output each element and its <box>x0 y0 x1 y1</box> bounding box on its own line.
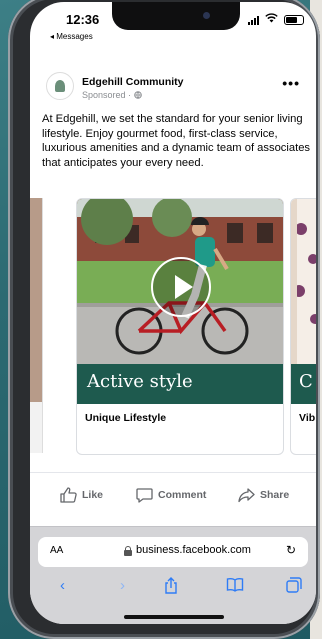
next-card-caption[interactable]: Vib <box>299 412 315 424</box>
sponsored-label: Sponsored · <box>82 90 142 100</box>
post-body-text: At Edgehill, we set the standard for you… <box>42 113 311 170</box>
status-time: 12:36 <box>66 12 100 27</box>
page-avatar[interactable] <box>46 72 74 100</box>
comment-button[interactable]: Comment <box>136 487 206 503</box>
comment-bubble-icon <box>136 488 153 503</box>
share-button[interactable]: Share <box>238 487 289 503</box>
notch <box>112 2 240 30</box>
bookmarks-icon[interactable] <box>226 577 244 596</box>
address-bar[interactable]: AA business.facebook.com ↻ <box>38 537 308 567</box>
sponsored-text: Sponsored · <box>82 90 134 100</box>
carousel-card-next[interactable]: C Vib <box>290 198 316 455</box>
comment-label: Comment <box>158 489 207 501</box>
carousel-card-active-style[interactable]: Active style Unique Lifestyle <box>76 198 284 455</box>
next-card-image <box>291 199 316 364</box>
card-video-thumbnail[interactable] <box>77 199 283 364</box>
front-camera <box>203 12 210 19</box>
ad-carousel[interactable]: Active style Unique Lifestyle C Vib <box>30 198 316 455</box>
post-header: Edgehill Community Sponsored · ••• <box>30 68 316 108</box>
post-action-bar: Like Comment Share <box>30 472 316 513</box>
more-options-button[interactable]: ••• <box>282 75 300 91</box>
lock-icon <box>124 546 132 556</box>
text-size-button[interactable]: AA <box>50 545 63 556</box>
url-text[interactable]: business.facebook.com <box>136 544 251 556</box>
phone-frame: 12:36 ◂ Messages Edgehill Community Spon… <box>8 0 320 639</box>
tree-logo-icon <box>55 80 65 92</box>
browser-bottom-bar: AA business.facebook.com ↻ ‹ › <box>30 526 316 624</box>
page-name[interactable]: Edgehill Community <box>82 76 184 88</box>
card-caption[interactable]: Unique Lifestyle <box>85 412 166 424</box>
card-band-title: Active style <box>87 371 193 392</box>
back-arrow-icon[interactable]: ‹ <box>60 577 65 594</box>
battery-icon <box>284 14 304 25</box>
like-button[interactable]: Like <box>60 487 103 503</box>
browser-toolbar: ‹ › <box>30 577 316 603</box>
tabs-icon[interactable] <box>286 577 302 597</box>
next-card-band-title: C <box>299 371 313 392</box>
home-indicator[interactable] <box>124 615 224 619</box>
back-to-app-link[interactable]: ◂ Messages <box>50 32 93 41</box>
globe-icon <box>133 91 142 99</box>
play-video-button[interactable] <box>151 257 211 317</box>
carousel-card-previous[interactable] <box>30 198 43 453</box>
share-sheet-icon[interactable] <box>164 577 178 598</box>
reload-icon[interactable]: ↻ <box>286 543 296 557</box>
cellular-signal-icon <box>248 15 259 25</box>
share-label: Share <box>260 489 290 501</box>
share-arrow-icon <box>238 488 255 503</box>
thumbs-up-icon <box>60 487 77 503</box>
previous-card-image <box>30 198 42 402</box>
wifi-icon <box>265 13 278 26</box>
phone-screen: 12:36 ◂ Messages Edgehill Community Spon… <box>30 2 316 624</box>
like-label: Like <box>82 489 104 501</box>
forward-arrow-icon[interactable]: › <box>120 577 125 594</box>
status-icons <box>248 13 304 26</box>
